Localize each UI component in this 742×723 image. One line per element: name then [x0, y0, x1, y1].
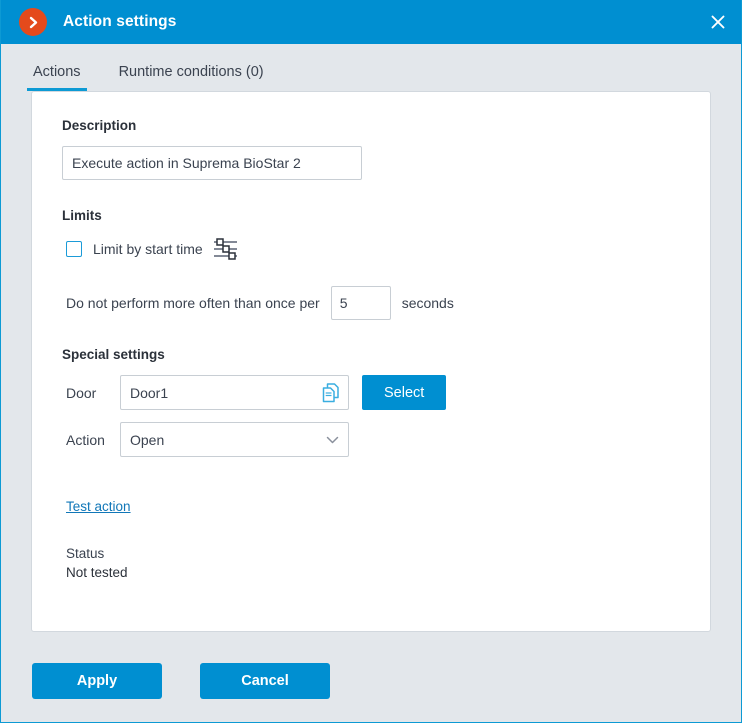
cancel-button[interactable]: Cancel: [200, 663, 330, 699]
description-heading: Description: [62, 118, 137, 133]
tab-runtime-conditions-label: Runtime conditions (0): [118, 64, 264, 80]
action-row: Action: [66, 422, 680, 457]
frequency-suffix-label: seconds: [401, 295, 454, 311]
tab-actions[interactable]: Actions: [27, 64, 87, 91]
apply-button[interactable]: Apply: [32, 663, 162, 699]
select-door-button[interactable]: Select: [362, 375, 447, 410]
door-input[interactable]: [120, 375, 349, 410]
action-dropdown-value[interactable]: [120, 422, 349, 457]
footer-bar: Apply Cancel: [1, 640, 741, 722]
chevron-down-icon[interactable]: [326, 435, 339, 444]
title-bar: Action settings: [1, 0, 741, 44]
arrow-right-circle-icon: [19, 8, 47, 36]
frequency-seconds-input[interactable]: [330, 286, 391, 320]
limit-by-start-time-row: Limit by start time: [66, 236, 680, 262]
action-settings-window: Action settings Actions Runtime conditio…: [0, 0, 742, 723]
status-value: Not tested: [66, 565, 128, 580]
action-dropdown[interactable]: [120, 422, 349, 457]
window-title: Action settings: [63, 13, 177, 30]
frequency-prefix-label: Do not perform more often than once per: [66, 295, 320, 311]
status-block: Status Not tested: [66, 544, 680, 582]
close-button[interactable]: [695, 0, 741, 44]
close-icon: [711, 15, 725, 29]
limits-heading: Limits: [62, 208, 102, 223]
limit-by-start-time-checkbox[interactable]: [66, 241, 82, 257]
frequency-row: Do not perform more often than once per …: [66, 286, 680, 320]
status-label: Status: [66, 546, 105, 561]
sliders-icon[interactable]: [213, 237, 239, 261]
door-label: Door: [66, 384, 97, 401]
description-input[interactable]: [62, 146, 362, 180]
tab-runtime-conditions[interactable]: Runtime conditions (0): [113, 64, 270, 91]
limit-by-start-time-label: Limit by start time: [93, 241, 203, 257]
settings-panel: Description Limits Limit by start time D…: [31, 91, 711, 632]
copy-documents-icon[interactable]: [321, 382, 341, 403]
tab-bar: Actions Runtime conditions (0): [1, 44, 741, 91]
special-settings-heading: Special settings: [62, 347, 165, 362]
test-action-link[interactable]: Test action: [66, 499, 131, 514]
tab-actions-label: Actions: [33, 64, 81, 80]
action-label: Action: [66, 431, 105, 448]
panel-container: Description Limits Limit by start time D…: [1, 91, 741, 640]
door-row: Door Select: [66, 375, 680, 410]
door-input-wrapper: [120, 375, 349, 410]
